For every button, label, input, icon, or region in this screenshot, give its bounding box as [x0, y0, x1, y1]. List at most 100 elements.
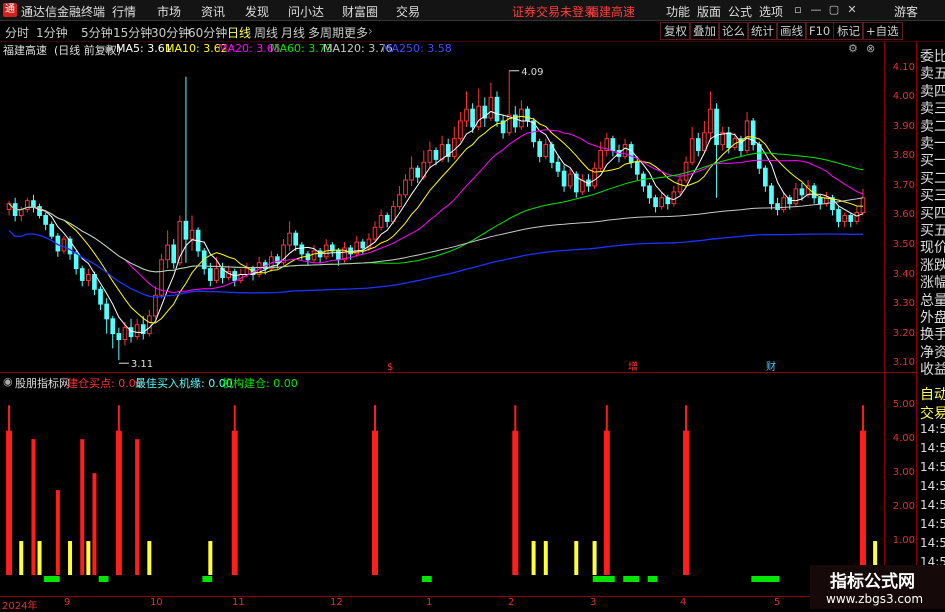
biaoji-button[interactable]: 标记 — [833, 22, 864, 40]
ma-toggle-icon[interactable]: ◉ — [104, 42, 114, 55]
candle-body — [390, 206, 396, 222]
indicator-toggle-icon[interactable]: ◉ — [3, 375, 13, 388]
menu-banmian[interactable]: 版面 — [697, 3, 721, 20]
minimize-icon[interactable]: — — [808, 2, 824, 18]
buy-signal-bar — [147, 541, 152, 575]
period-15min[interactable]: 15分钟 — [113, 24, 152, 41]
close-icon[interactable]: ✕ — [844, 2, 860, 18]
signal-bar — [603, 430, 610, 575]
menu-jiaoyi[interactable]: 交易 — [396, 3, 420, 20]
institution-signal — [202, 576, 213, 582]
signal-bar — [31, 439, 36, 575]
indicator-chart[interactable] — [0, 389, 884, 589]
add-watchlist-button[interactable]: +自选 — [862, 22, 903, 40]
candle-body — [293, 232, 299, 246]
watermark: 指标公式网 www.zbgs3.com — [810, 565, 945, 609]
period-monthly[interactable]: 月线 — [281, 24, 305, 41]
user-guest[interactable]: 游客 — [894, 3, 918, 20]
candle-body — [860, 197, 866, 214]
menu-caifuquan[interactable]: 财富圈 — [342, 3, 378, 20]
candle-body — [415, 167, 421, 178]
period-30min[interactable]: 30分钟 — [151, 24, 190, 41]
candle-body — [470, 108, 475, 128]
candle-body — [244, 268, 250, 276]
signal-bar — [115, 430, 122, 575]
alert-stock-name[interactable]: 福建高速 — [587, 3, 635, 20]
tongji-button[interactable]: 统计 — [747, 22, 778, 40]
period-multi[interactable]: 多周期 — [308, 24, 344, 41]
menu-xuanxiang[interactable]: 选项 — [759, 3, 783, 20]
candle-body — [775, 203, 780, 211]
candle-body — [842, 214, 847, 222]
candle-body — [165, 244, 170, 261]
period-1min[interactable]: 1分钟 — [36, 24, 68, 41]
candle-body — [628, 144, 634, 163]
window-icon[interactable]: ▫ — [790, 2, 806, 18]
app-name: 通达信金融终端 — [21, 5, 106, 19]
candle-body — [189, 229, 195, 240]
candle-body — [183, 220, 189, 240]
candle-body — [116, 333, 122, 341]
menu-gongshi[interactable]: 公式 — [728, 3, 752, 20]
buy-signal-bar — [531, 541, 536, 575]
fuquan-button[interactable]: 复权 — [660, 22, 691, 40]
candle-body — [653, 197, 658, 208]
settings-gear-icon[interactable]: ⚙ — [848, 42, 858, 55]
period-weekly[interactable]: 周线 — [254, 24, 278, 41]
price-chart[interactable]: 4.09 3.11 $ 增 财 — [0, 56, 884, 372]
institution-signal — [43, 576, 60, 582]
menu-wenxiaoda[interactable]: 问小达 — [288, 3, 324, 20]
candle-body — [311, 250, 317, 261]
diejia-button[interactable]: 叠加 — [689, 22, 720, 40]
indicator-tick: 3.00 — [892, 467, 915, 479]
date-tick: 2024年 — [2, 601, 38, 612]
date-tick: 2 — [508, 597, 515, 608]
candle-body — [79, 268, 85, 281]
institution-signal — [623, 576, 640, 582]
menu-faxian[interactable]: 发现 — [245, 3, 269, 20]
period-5min[interactable]: 5分钟 — [81, 24, 113, 41]
buy-signal-bar — [208, 541, 213, 575]
more-arrow-icon[interactable]: › — [368, 24, 373, 38]
app-logo-icon: 通 — [3, 3, 17, 17]
signal-bar — [6, 430, 13, 575]
high-mark-label: 4.09 — [521, 67, 543, 78]
menu-hangqing[interactable]: 行情 — [112, 3, 136, 20]
candle-body — [207, 268, 213, 281]
institution-signal — [647, 576, 658, 582]
price-axis: 4.10 4.00 3.90 3.80 3.70 3.60 3.50 3.40 3.30 3.20… — [884, 41, 917, 372]
candle-body — [214, 268, 219, 281]
menu-gongneng[interactable]: 功能 — [666, 3, 690, 20]
candle-body — [793, 188, 799, 205]
candle-body — [848, 214, 854, 222]
candle-body — [287, 232, 292, 246]
collapse-icon[interactable]: ⊗ — [866, 42, 875, 55]
candle-body — [403, 179, 408, 196]
candle-body — [104, 303, 109, 320]
period-fenshi[interactable]: 分时 — [5, 24, 29, 41]
candle-body — [61, 238, 67, 252]
period-60min[interactable]: 60分钟 — [188, 24, 227, 41]
menu-zixun[interactable]: 资讯 — [201, 3, 225, 20]
huaxian-button[interactable]: 画线 — [776, 22, 807, 40]
trade-login-alert[interactable]: 证券交易未登录 — [512, 3, 596, 20]
date-tick: 5 — [774, 597, 781, 608]
trade-time: 14:56 — [920, 517, 945, 531]
trade-label: 交易 — [920, 406, 945, 422]
candle-body — [659, 197, 665, 208]
price-tick: 3.40 — [892, 268, 915, 280]
institution-signal — [751, 576, 780, 582]
period-more[interactable]: 更多 — [344, 24, 368, 41]
institution-signal — [98, 576, 109, 582]
maximize-icon[interactable]: ▢ — [826, 2, 842, 18]
candle-body — [744, 120, 750, 152]
panel-divider — [0, 372, 916, 373]
candle-body — [360, 241, 366, 249]
lunmo-button[interactable]: 论么 — [718, 22, 749, 40]
f10-button[interactable]: F10 — [805, 22, 835, 40]
menu-shichang[interactable]: 市场 — [157, 3, 181, 20]
period-daily[interactable]: 日线 — [227, 24, 251, 41]
date-tick: 11 — [232, 597, 245, 608]
signal-bar — [55, 490, 60, 575]
candle-body — [763, 167, 768, 187]
